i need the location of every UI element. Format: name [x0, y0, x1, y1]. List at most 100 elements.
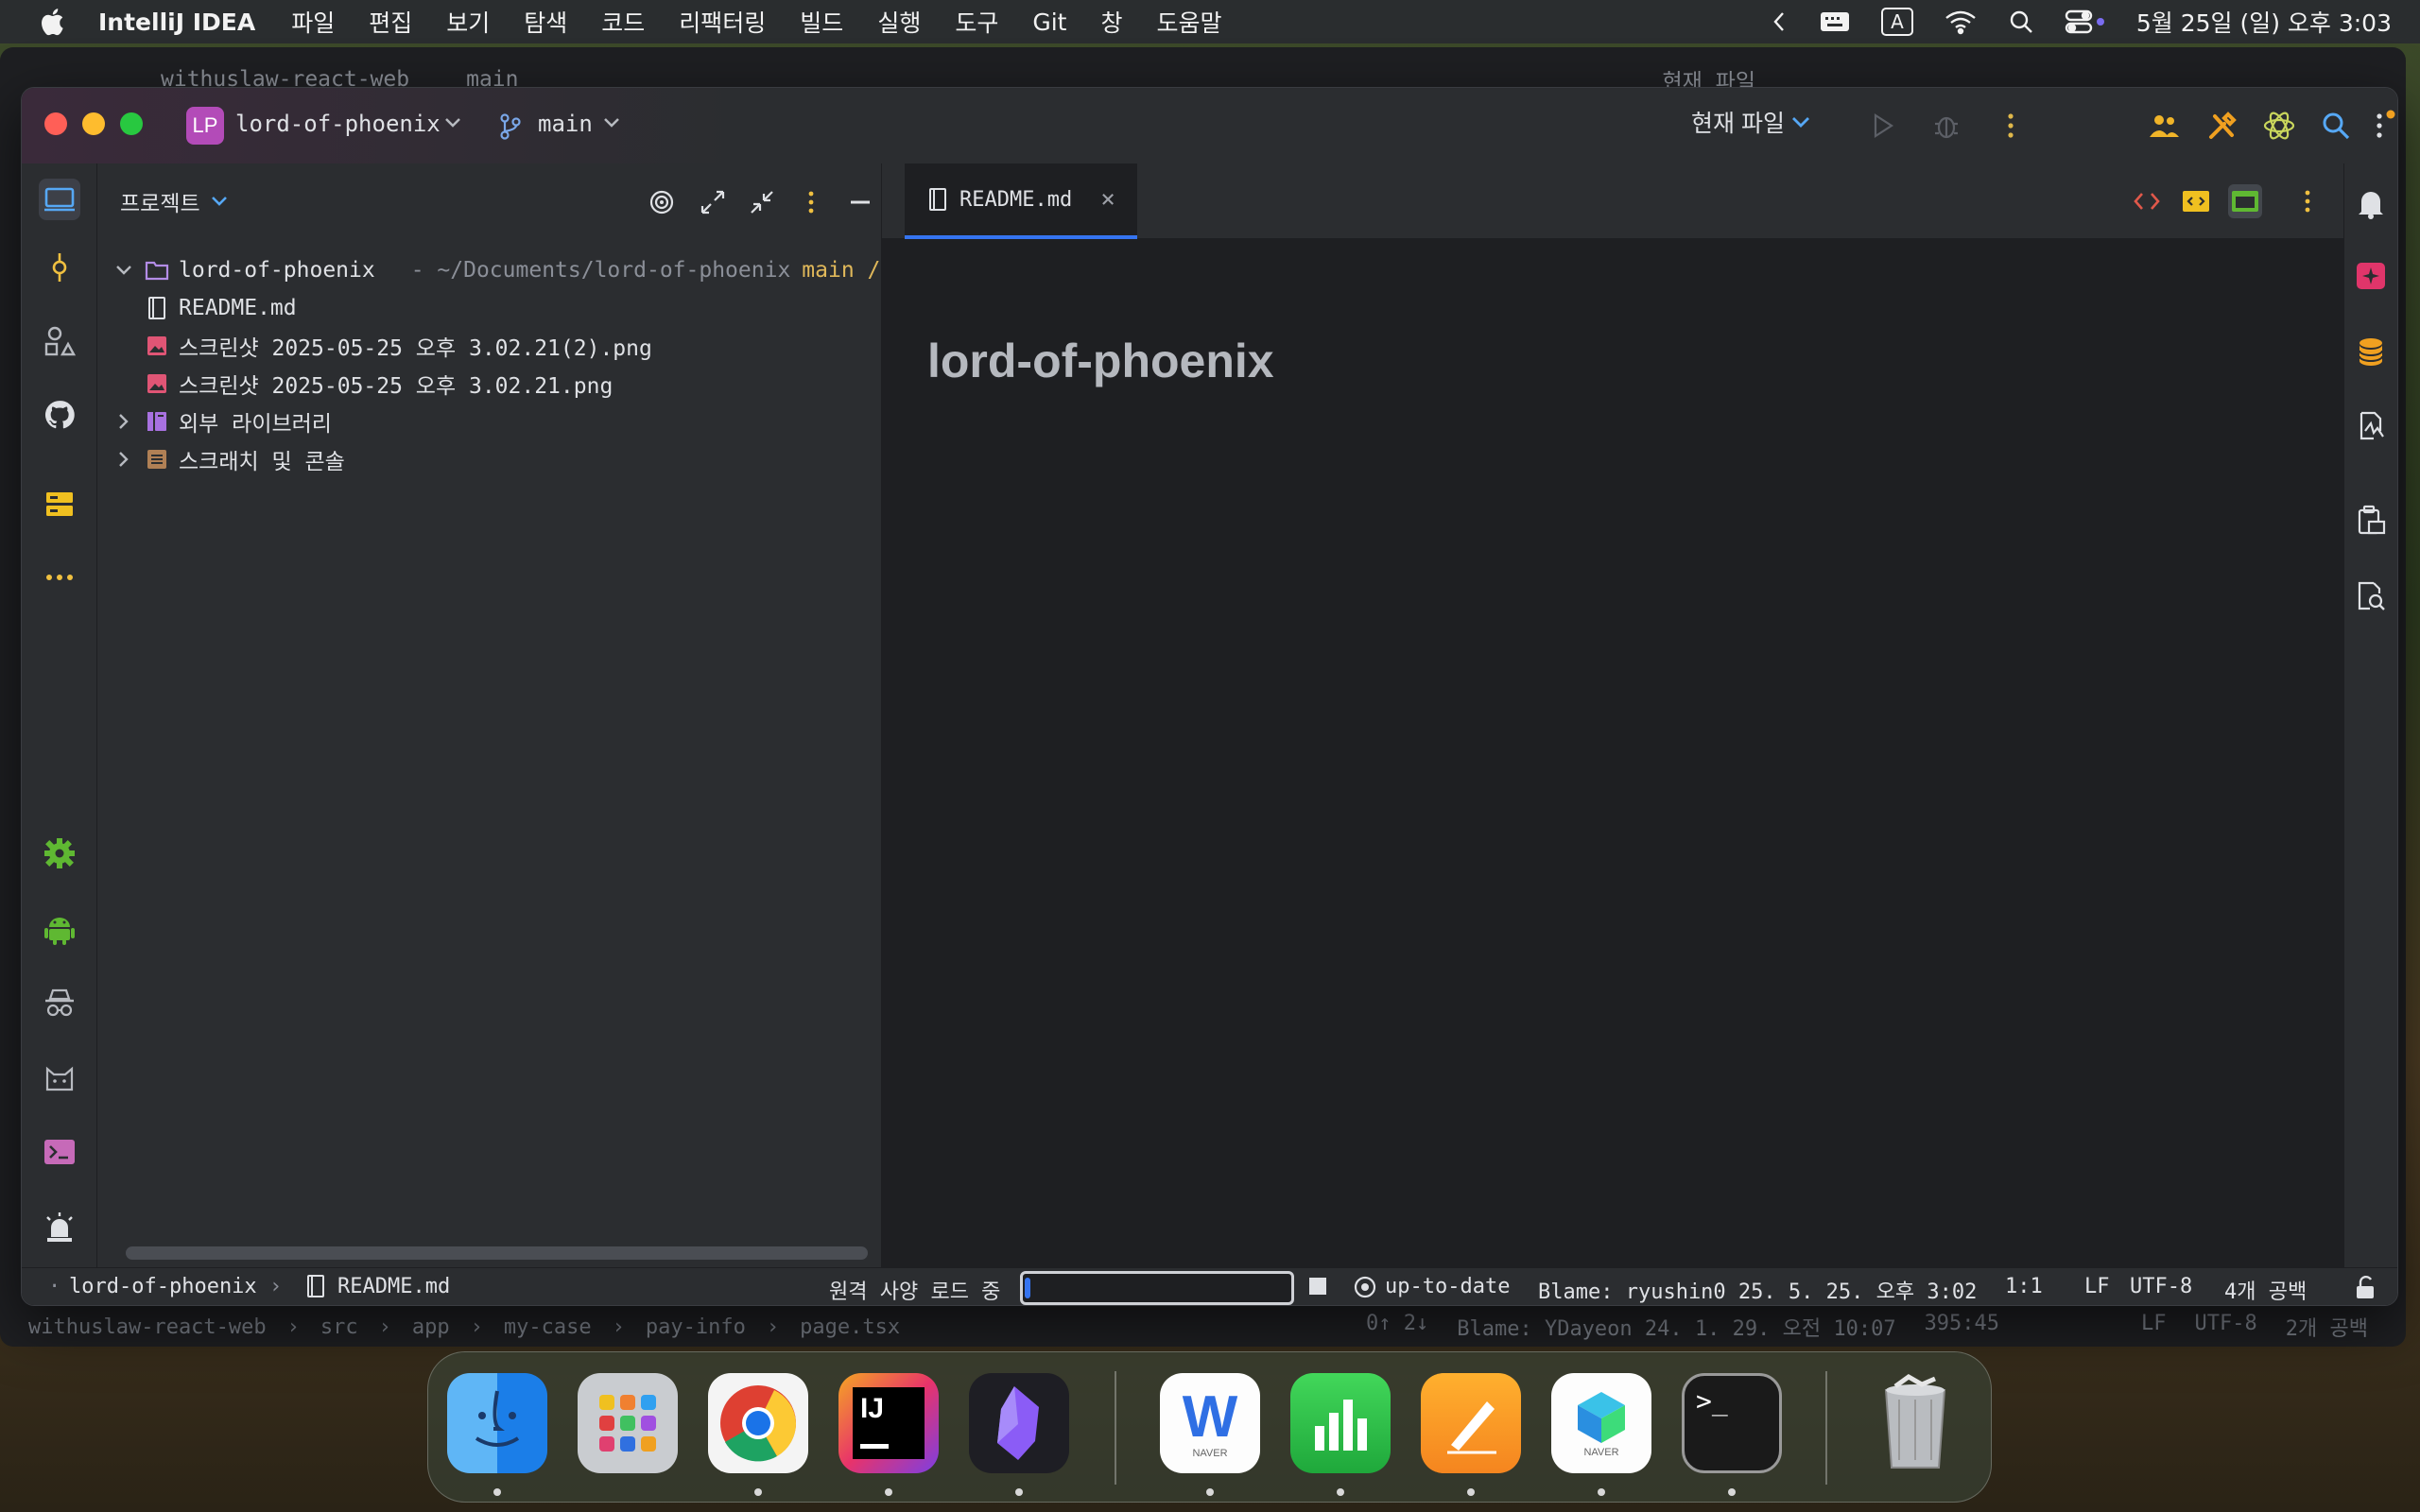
background-blame[interactable]: Blame: YDayeon 24. 1. 29. 오전 10:07: [1457, 1312, 1895, 1342]
indent-setting[interactable]: 4개 공백: [2224, 1275, 2307, 1305]
chevron-down-icon[interactable]: [602, 116, 621, 129]
more-actions-icon[interactable]: [1994, 109, 2028, 143]
background-sync-status[interactable]: 0↑ 2↓: [1366, 1312, 1428, 1342]
chevron-down-icon[interactable]: [443, 116, 462, 129]
commit-tool-button[interactable]: [39, 247, 80, 288]
project-switcher[interactable]: lord-of-phoenix: [235, 111, 441, 137]
incognito-tool-button[interactable]: [39, 982, 80, 1023]
background-encoding[interactable]: UTF-8: [2195, 1312, 2257, 1342]
background-indent[interactable]: 2개 공백: [2286, 1312, 2368, 1342]
database-button[interactable]: [2352, 334, 2390, 371]
dock-trash[interactable]: [1865, 1373, 1965, 1473]
inspect-document-button[interactable]: [2352, 577, 2390, 615]
menu-file[interactable]: 파일: [291, 5, 335, 39]
dock-chrome[interactable]: [708, 1373, 808, 1473]
tab-readme[interactable]: README.md ×: [905, 163, 1137, 239]
run-configuration-selector[interactable]: 현재 파일: [1691, 105, 1811, 139]
project-view-selector[interactable]: 프로젝트: [120, 185, 200, 217]
settings-tool-button[interactable]: [39, 833, 80, 874]
menu-git[interactable]: Git: [1032, 9, 1066, 36]
background-position[interactable]: 395:45: [1925, 1312, 1999, 1342]
background-breadcrumb-1[interactable]: src: [320, 1315, 358, 1339]
gradle-button[interactable]: [2352, 407, 2390, 445]
background-breadcrumb-2[interactable]: app: [412, 1315, 450, 1339]
dock-naver-whale[interactable]: W NAVER: [1160, 1373, 1260, 1473]
tree-item-scratches[interactable]: 스크래치 및 콘솔: [112, 440, 345, 478]
unlock-icon[interactable]: [2353, 1274, 2377, 1300]
project-tool-button[interactable]: [39, 179, 80, 220]
menu-run[interactable]: 실행: [877, 5, 921, 39]
dock-numbers[interactable]: [1290, 1373, 1391, 1473]
dock-pages[interactable]: [1421, 1373, 1521, 1473]
code-with-me-icon[interactable]: [2147, 109, 2181, 143]
stop-task-icon[interactable]: [1309, 1278, 1326, 1295]
tree-item-screenshot[interactable]: 스크린샷 2025-05-25 오후 3.02.21.png: [145, 365, 613, 403]
tree-item-screenshot-2[interactable]: 스크린샷 2025-05-25 오후 3.02.21(2).png: [145, 327, 652, 365]
run-icon[interactable]: [1865, 109, 1899, 143]
split-view-button[interactable]: [2179, 184, 2213, 218]
background-line-separator[interactable]: LF: [2141, 1312, 2167, 1342]
apple-icon[interactable]: [38, 6, 70, 38]
problems-tool-button[interactable]: [39, 1207, 80, 1248]
git-blame[interactable]: Blame: ryushin0 25. 5. 25. 오후 3:02: [1538, 1275, 1977, 1305]
editor-options-button[interactable]: [2290, 184, 2325, 218]
chevron-left-icon[interactable]: [1770, 9, 1789, 34]
tree-item-external-libraries[interactable]: 외부 라이브러리: [112, 403, 332, 440]
window-minimize-button[interactable]: [82, 112, 105, 135]
settings-menu-icon[interactable]: [2366, 109, 2398, 143]
dock-naver-cube[interactable]: NAVER: [1551, 1373, 1651, 1473]
clipboard-button[interactable]: [2352, 502, 2390, 540]
menu-window[interactable]: 창: [1100, 5, 1122, 39]
tree-item-project-root[interactable]: lord-of-phoenix - ~/Documents/lord-of-ph…: [112, 251, 907, 289]
horizontal-scrollbar[interactable]: [126, 1246, 868, 1260]
background-task-label[interactable]: 원격 사양 로드 중: [829, 1275, 1000, 1305]
menu-refactor[interactable]: 리팩터링: [679, 5, 766, 39]
more-tool-windows-button[interactable]: [39, 557, 80, 598]
dock-terminal[interactable]: >_: [1682, 1373, 1782, 1473]
spotlight-search-icon[interactable]: [2008, 9, 2034, 35]
ai-chat-button[interactable]: [2352, 258, 2390, 296]
tree-item-readme[interactable]: README.md: [145, 289, 297, 327]
cat-tool-button[interactable]: [39, 1057, 80, 1099]
android-tool-button[interactable]: [39, 908, 80, 950]
branch-switcher[interactable]: main: [538, 111, 593, 137]
code-view-button[interactable]: [2130, 184, 2164, 218]
debug-icon[interactable]: [1929, 109, 1963, 143]
menu-edit[interactable]: 편집: [369, 5, 412, 39]
file-encoding[interactable]: UTF-8: [2130, 1275, 2192, 1298]
vcs-status[interactable]: up-to-date: [1385, 1275, 1510, 1298]
dock-intellij-idea[interactable]: IJ: [838, 1373, 939, 1473]
line-separator[interactable]: LF: [2084, 1275, 2110, 1298]
menu-code[interactable]: 코드: [601, 5, 645, 39]
structure-tool-button[interactable]: [39, 320, 80, 362]
panel-options-icon[interactable]: [797, 188, 825, 216]
chevron-down-icon[interactable]: [210, 195, 229, 208]
github-tool-button[interactable]: [39, 394, 80, 436]
window-zoom-button[interactable]: [120, 112, 143, 135]
caret-position[interactable]: 1:1: [2005, 1275, 2043, 1298]
build-tools-icon[interactable]: [2205, 109, 2239, 143]
menu-build[interactable]: 빌드: [800, 5, 843, 39]
menu-tools[interactable]: 도구: [955, 5, 998, 39]
keyboard-icon[interactable]: [1819, 9, 1851, 34]
window-close-button[interactable]: [44, 112, 67, 135]
services-tool-button[interactable]: [39, 483, 80, 524]
locate-file-icon[interactable]: [648, 188, 676, 216]
notifications-button[interactable]: [2352, 184, 2390, 222]
menubar-app-name[interactable]: IntelliJ IDEA: [98, 9, 255, 36]
search-everywhere-icon[interactable]: [2319, 109, 2353, 143]
collapse-all-icon[interactable]: [748, 188, 776, 216]
chevron-down-icon[interactable]: [115, 265, 132, 276]
input-source-indicator[interactable]: A: [1881, 8, 1913, 36]
background-breadcrumb-3[interactable]: my-case: [504, 1315, 592, 1339]
breadcrumb-file[interactable]: README.md: [337, 1275, 450, 1298]
ai-assistant-icon[interactable]: [2262, 109, 2296, 143]
dock-launchpad[interactable]: [578, 1373, 678, 1473]
menu-navigate[interactable]: 탐색: [524, 5, 567, 39]
background-task-progress-bar[interactable]: [1020, 1271, 1294, 1305]
breadcrumb-project[interactable]: lord-of-phoenix: [69, 1275, 257, 1298]
control-center-icon[interactable]: [2065, 9, 2106, 35]
chevron-right-icon[interactable]: [118, 451, 130, 468]
dock-obsidian[interactable]: [969, 1373, 1069, 1473]
menu-help[interactable]: 도움말: [1156, 5, 1221, 39]
